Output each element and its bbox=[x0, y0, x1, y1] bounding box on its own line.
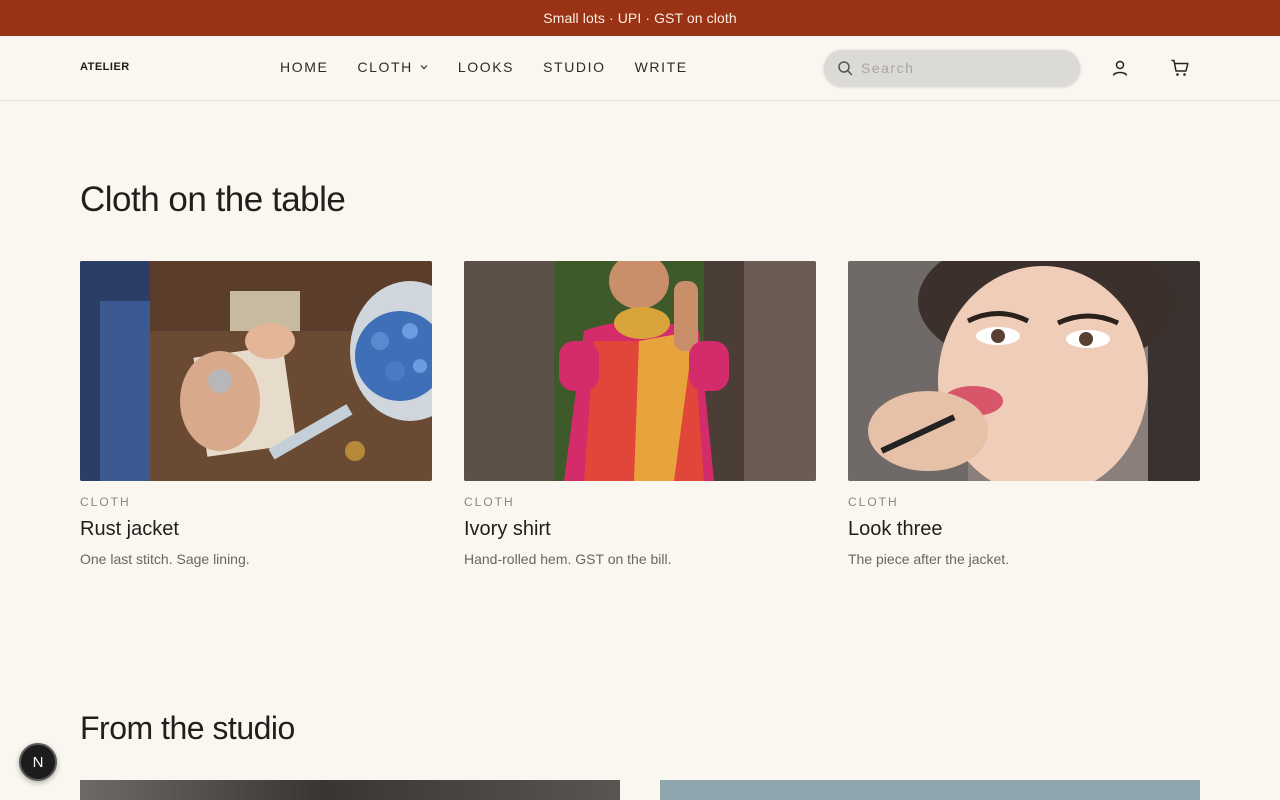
nav-write[interactable]: WRITE bbox=[635, 59, 688, 75]
account-button[interactable] bbox=[1109, 57, 1131, 79]
studio-grid bbox=[80, 780, 1200, 800]
product-description: Hand-rolled hem. GST on the bill. bbox=[464, 551, 672, 567]
nav-studio[interactable]: STUDIO bbox=[543, 59, 606, 75]
announcement-text: Small lots · UPI · GST on cloth bbox=[543, 10, 737, 26]
site-header: ATELIER HOME CLOTH LOOKS STUDIO WRITE bbox=[0, 36, 1280, 101]
search-box[interactable] bbox=[824, 50, 1080, 86]
product-category: CLOTH bbox=[848, 495, 899, 509]
cart-icon bbox=[1171, 59, 1189, 76]
dev-tools-badge[interactable]: N bbox=[19, 743, 57, 781]
product-title[interactable]: Look three bbox=[848, 518, 1200, 541]
saree-model-photo bbox=[464, 261, 816, 481]
product-title[interactable]: Rust jacket bbox=[80, 518, 432, 541]
product-description: The piece after the jacket. bbox=[848, 551, 1010, 567]
search-input[interactable] bbox=[861, 60, 1061, 76]
product-image[interactable] bbox=[80, 261, 432, 481]
user-icon bbox=[1112, 60, 1128, 76]
search-icon bbox=[838, 61, 853, 76]
nav-looks[interactable]: LOOKS bbox=[458, 59, 514, 75]
announcement-bar: Small lots · UPI · GST on cloth bbox=[0, 0, 1280, 36]
product-card[interactable]: CLOTH Ivory shirt Hand-rolled hem. GST o… bbox=[464, 261, 816, 567]
nav-looks-label: LOOKS bbox=[457, 59, 515, 75]
makeup-portrait-photo bbox=[848, 261, 1200, 481]
section-title-cloth: Cloth on the table bbox=[80, 180, 346, 219]
product-image[interactable] bbox=[464, 261, 816, 481]
nav-studio-label: STUDIO bbox=[543, 59, 606, 75]
product-title[interactable]: Ivory shirt bbox=[464, 518, 816, 541]
cart-button[interactable] bbox=[1169, 57, 1191, 79]
badge-letter: N bbox=[32, 753, 44, 771]
studio-image[interactable] bbox=[660, 780, 1200, 800]
product-category: CLOTH bbox=[80, 495, 131, 509]
nav-home[interactable]: HOME bbox=[280, 59, 328, 75]
crafting-table-photo bbox=[80, 261, 432, 481]
nav-home-label: HOME bbox=[280, 59, 329, 75]
nav-cloth[interactable]: CLOTH bbox=[357, 59, 428, 75]
site-logo[interactable]: ATELIER bbox=[80, 61, 130, 73]
product-card[interactable]: CLOTH Look three The piece after the jac… bbox=[848, 261, 1200, 567]
product-category: CLOTH bbox=[464, 495, 515, 509]
nav-cloth-label: CLOTH bbox=[357, 59, 413, 75]
product-card[interactable]: CLOTH Rust jacket One last stitch. Sage … bbox=[80, 261, 432, 567]
product-description: One last stitch. Sage lining. bbox=[80, 551, 250, 567]
chevron-down-icon bbox=[420, 65, 428, 70]
main-nav: HOME CLOTH LOOKS STUDIO WRITE bbox=[280, 59, 717, 75]
product-grid: CLOTH Rust jacket One last stitch. Sage … bbox=[80, 261, 1200, 567]
product-image[interactable] bbox=[848, 261, 1200, 481]
section-title-studio: From the studio bbox=[80, 710, 295, 746]
studio-image[interactable] bbox=[80, 780, 620, 800]
nav-write-label: WRITE bbox=[634, 59, 688, 75]
